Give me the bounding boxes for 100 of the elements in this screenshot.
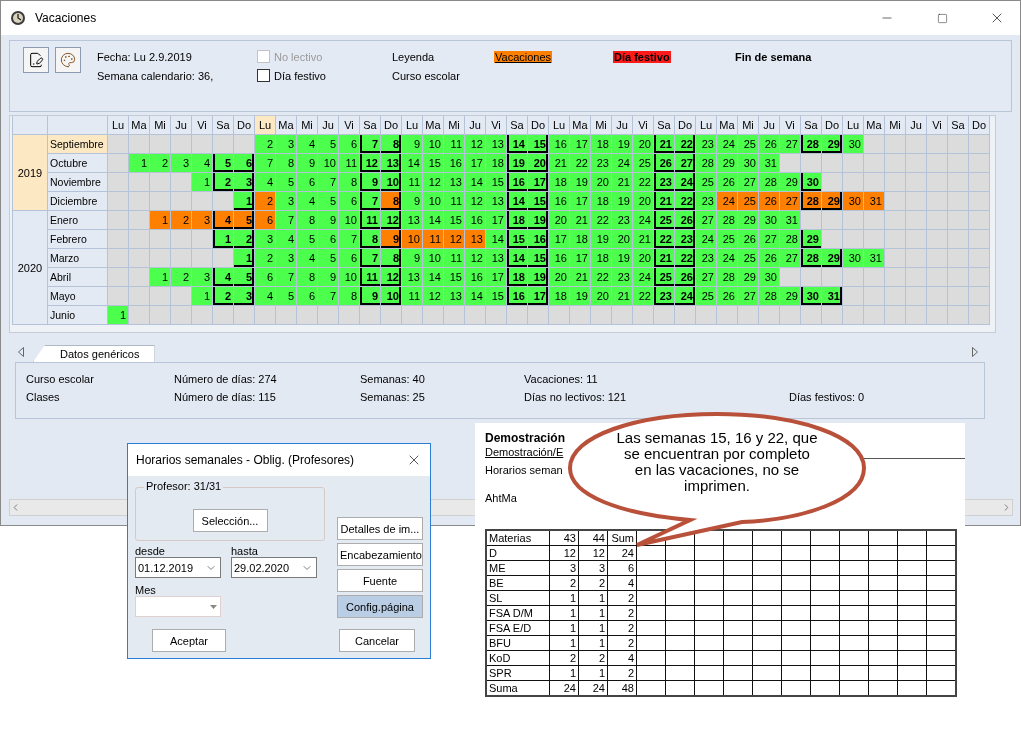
day-cell[interactable]: 1 — [150, 211, 170, 229]
day-cell[interactable]: 7 — [276, 268, 296, 286]
day-cell[interactable]: 19 — [612, 192, 632, 210]
day-cell[interactable]: 19 — [528, 268, 548, 286]
day-cell[interactable]: 11 — [402, 287, 422, 305]
day-cell[interactable]: 25 — [738, 249, 758, 267]
day-cell[interactable]: 15 — [528, 192, 548, 210]
day-cell[interactable]: 14 — [465, 173, 485, 191]
day-cell[interactable]: 29 — [822, 135, 842, 153]
day-cell[interactable]: 11 — [423, 230, 443, 248]
day-cell[interactable]: 10 — [423, 192, 443, 210]
day-cell[interactable]: 6 — [318, 230, 338, 248]
day-cell[interactable]: 20 — [633, 249, 653, 267]
day-cell[interactable]: 14 — [507, 135, 527, 153]
day-cell[interactable]: 12 — [465, 135, 485, 153]
day-cell[interactable]: 24 — [717, 192, 737, 210]
day-cell[interactable]: 2 — [213, 173, 233, 191]
day-cell[interactable]: 17 — [570, 249, 590, 267]
day-cell[interactable]: 16 — [444, 154, 464, 172]
day-cell[interactable]: 31 — [822, 287, 842, 305]
day-cell[interactable]: 14 — [423, 268, 443, 286]
day-cell[interactable]: 24 — [696, 230, 716, 248]
day-cell[interactable]: 12 — [444, 230, 464, 248]
day-cell[interactable]: 26 — [759, 192, 779, 210]
day-cell[interactable]: 15 — [444, 211, 464, 229]
day-cell[interactable]: 13 — [465, 230, 485, 248]
day-cell[interactable]: 16 — [549, 249, 569, 267]
day-cell[interactable]: 10 — [423, 249, 443, 267]
day-cell[interactable]: 29 — [822, 249, 842, 267]
day-cell[interactable]: 5 — [276, 173, 296, 191]
day-cell[interactable]: 3 — [234, 173, 254, 191]
day-cell[interactable]: 10 — [402, 230, 422, 248]
day-cell[interactable]: 19 — [591, 230, 611, 248]
day-cell[interactable]: 12 — [423, 287, 443, 305]
day-cell[interactable]: 9 — [297, 154, 317, 172]
day-cell[interactable]: 26 — [675, 268, 695, 286]
day-cell[interactable]: 21 — [654, 192, 674, 210]
day-cell[interactable]: 6 — [297, 287, 317, 305]
day-cell[interactable]: 19 — [507, 154, 527, 172]
day-cell[interactable]: 23 — [612, 211, 632, 229]
day-cell[interactable]: 23 — [654, 173, 674, 191]
day-cell[interactable]: 19 — [612, 135, 632, 153]
day-cell[interactable]: 24 — [675, 287, 695, 305]
day-cell[interactable]: 30 — [843, 135, 863, 153]
day-cell[interactable]: 7 — [255, 154, 275, 172]
day-cell[interactable]: 9 — [360, 287, 380, 305]
day-cell[interactable]: 6 — [255, 211, 275, 229]
day-cell[interactable]: 30 — [843, 192, 863, 210]
day-cell[interactable]: 3 — [234, 287, 254, 305]
day-cell[interactable]: 20 — [633, 135, 653, 153]
day-cell[interactable]: 10 — [318, 154, 338, 172]
day-cell[interactable]: 17 — [528, 173, 548, 191]
day-cell[interactable]: 7 — [318, 173, 338, 191]
day-cell[interactable]: 8 — [339, 287, 359, 305]
day-cell[interactable]: 28 — [717, 268, 737, 286]
day-cell[interactable]: 29 — [780, 287, 800, 305]
day-cell[interactable]: 6 — [339, 249, 359, 267]
day-cell[interactable]: 5 — [318, 192, 338, 210]
day-cell[interactable]: 19 — [528, 211, 548, 229]
day-cell[interactable]: 16 — [507, 287, 527, 305]
day-cell[interactable]: 20 — [549, 211, 569, 229]
day-cell[interactable]: 25 — [738, 135, 758, 153]
day-cell[interactable]: 4 — [213, 211, 233, 229]
day-cell[interactable]: 10 — [423, 135, 443, 153]
day-cell[interactable]: 24 — [612, 154, 632, 172]
day-cell[interactable]: 12 — [465, 192, 485, 210]
day-cell[interactable]: 18 — [549, 173, 569, 191]
day-cell[interactable]: 13 — [486, 135, 506, 153]
day-cell[interactable]: 25 — [696, 173, 716, 191]
day-cell[interactable]: 26 — [717, 173, 737, 191]
day-cell[interactable]: 17 — [486, 268, 506, 286]
day-cell[interactable]: 24 — [633, 268, 653, 286]
day-cell[interactable]: 23 — [675, 230, 695, 248]
to-date-combo[interactable]: 29.02.2020 — [231, 557, 317, 578]
day-cell[interactable]: 15 — [444, 268, 464, 286]
day-cell[interactable]: 2 — [255, 249, 275, 267]
day-cell[interactable]: 7 — [360, 135, 380, 153]
day-cell[interactable]: 22 — [675, 135, 695, 153]
day-cell[interactable]: 25 — [633, 154, 653, 172]
day-cell[interactable]: 28 — [759, 173, 779, 191]
day-cell[interactable]: 14 — [507, 192, 527, 210]
day-cell[interactable]: 25 — [717, 230, 737, 248]
day-cell[interactable]: 28 — [759, 287, 779, 305]
day-cell[interactable]: 21 — [549, 154, 569, 172]
day-cell[interactable]: 26 — [759, 249, 779, 267]
day-cell[interactable]: 9 — [318, 211, 338, 229]
day-cell[interactable]: 14 — [402, 154, 422, 172]
day-cell[interactable]: 4 — [192, 154, 212, 172]
day-cell[interactable]: 26 — [675, 211, 695, 229]
day-cell[interactable]: 12 — [465, 249, 485, 267]
day-cell[interactable]: 21 — [612, 287, 632, 305]
day-cell[interactable]: 2 — [171, 268, 191, 286]
day-cell[interactable]: 18 — [591, 135, 611, 153]
day-cell[interactable]: 30 — [738, 154, 758, 172]
day-cell[interactable]: 2 — [150, 154, 170, 172]
day-cell[interactable]: 6 — [339, 135, 359, 153]
day-cell[interactable]: 12 — [381, 268, 401, 286]
day-cell[interactable]: 21 — [612, 173, 632, 191]
option-button[interactable]: Encabezamiento — [337, 543, 423, 566]
selection-button[interactable]: Selección... — [192, 509, 268, 532]
